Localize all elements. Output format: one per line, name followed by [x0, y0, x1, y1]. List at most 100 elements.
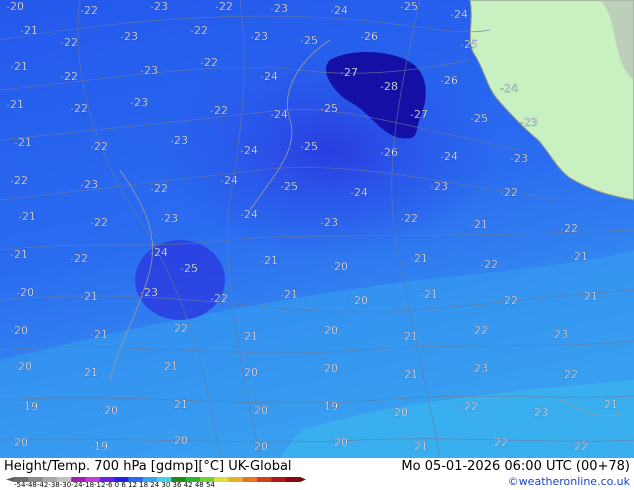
temperature-label: -23 — [520, 116, 538, 129]
temperature-label: -21 — [580, 290, 598, 303]
temperature-label: -24 — [240, 208, 258, 221]
temperature-label: -21 — [470, 218, 488, 231]
temperature-label: -22 — [470, 324, 488, 337]
temperature-label: -26 — [380, 146, 398, 159]
temperature-label: -22 — [560, 368, 578, 381]
temperature-label: -23 — [120, 30, 138, 43]
temperature-label: -20 — [250, 440, 268, 453]
scale-swatch — [271, 477, 287, 482]
temperature-label: -20 — [250, 404, 268, 417]
temperature-label: -22 — [500, 294, 518, 307]
temperature-label: -26 — [360, 30, 378, 43]
temperature-label: -24 — [350, 186, 368, 199]
temperature-label: -22 — [570, 440, 588, 453]
map-footer: Height/Temp. 700 hPa [gdmp][°C] UK-Globa… — [0, 458, 634, 490]
scale-arrow-right — [300, 477, 306, 482]
temperature-label: -22 — [210, 292, 228, 305]
temperature-label: -25 — [300, 140, 318, 153]
temperature-label: -27 — [410, 108, 428, 121]
temperature-label: -22 — [500, 186, 518, 199]
temperature-label: -25 — [320, 102, 338, 115]
temperature-label: -21 — [14, 136, 32, 149]
temperature-label: -22 — [215, 0, 233, 13]
temperature-label: -21 — [18, 210, 36, 223]
temperature-label: -20 — [240, 366, 258, 379]
temperature-label: -20 — [100, 404, 118, 417]
temperature-label: -21 — [410, 440, 428, 453]
temperature-label: -23 — [80, 178, 98, 191]
temperature-label: -22 — [400, 212, 418, 225]
temperature-label: -19 — [20, 400, 38, 413]
temperature-label: -27 — [340, 66, 358, 79]
temperature-label: -21 — [240, 330, 258, 343]
temperature-label: -23 — [550, 328, 568, 341]
temperature-label: -22 — [90, 216, 108, 229]
temperature-label: -24 — [260, 70, 278, 83]
temperature-label: -24 — [150, 246, 168, 259]
temperature-label: -24 — [270, 108, 288, 121]
temperature-label: -23 — [320, 216, 338, 229]
temperature-label: -22 — [460, 400, 478, 413]
temperature-label: -20 — [14, 360, 32, 373]
temperature-label: -22 — [70, 102, 88, 115]
scale-arrow-left — [6, 477, 14, 482]
temperature-label: -20 — [16, 286, 34, 299]
temperature-label: -21 — [80, 366, 98, 379]
map-title: Height/Temp. 700 hPa [gdmp][°C] UK-Globa… — [4, 459, 292, 474]
temperature-label: -20 — [6, 0, 24, 13]
temperature-label: -20 — [390, 406, 408, 419]
scale-swatch — [242, 477, 258, 482]
temperature-label: -21 — [280, 288, 298, 301]
temperature-label: -20 — [320, 324, 338, 337]
temperature-label: -22 — [200, 56, 218, 69]
temperature-label: -19 — [90, 440, 108, 453]
temperature-label: -23 — [530, 406, 548, 419]
temperature-label: -24 — [500, 82, 518, 95]
temperature-label: -21 — [90, 328, 108, 341]
temperature-label: -22 — [70, 252, 88, 265]
temperature-label: -22 — [190, 24, 208, 37]
temperature-label: -21 — [400, 330, 418, 343]
temperature-label: -23 — [170, 134, 188, 147]
scale-swatch — [257, 477, 272, 482]
temperature-label: -22 — [80, 4, 98, 17]
temperature-label: -21 — [10, 248, 28, 261]
temperature-label: -21 — [260, 254, 278, 267]
temperature-label: -25 — [470, 112, 488, 125]
temperature-label: -25 — [400, 0, 418, 13]
weather-map: -20 -22 -23 -22 -23 -24 -25 -24 -21 -22 -23 -22 -23 -… — [0, 0, 634, 458]
temperature-label: -25 — [280, 180, 298, 193]
temperature-label: -22 — [60, 70, 78, 83]
scale-swatch — [214, 477, 229, 482]
temperature-label: -20 — [170, 434, 188, 447]
temperature-label: -23 — [140, 64, 158, 77]
temperature-label: -21 — [10, 60, 28, 73]
temperature-label: -21 — [6, 98, 24, 111]
temperature-label: -22 — [150, 182, 168, 195]
temperature-label: -21 — [570, 250, 588, 263]
temperature-label: -20 — [10, 436, 28, 449]
temperature-label: -25 — [460, 38, 478, 51]
temperature-label: -22 — [170, 322, 188, 335]
temperature-label: -23 — [250, 30, 268, 43]
temperature-label: -24 — [220, 174, 238, 187]
temperature-label: -21 — [420, 288, 438, 301]
scale-swatch — [228, 477, 244, 482]
cold-pool-west — [135, 240, 225, 320]
temperature-label: -22 — [10, 174, 28, 187]
temperature-label: -22 — [490, 436, 508, 449]
temperature-label: -20 — [320, 362, 338, 375]
temperature-label: -21 — [80, 290, 98, 303]
temperature-label: -20 — [330, 436, 348, 449]
credit-link[interactable]: ©weatheronline.co.uk — [508, 475, 630, 488]
temperature-label: -21 — [160, 360, 178, 373]
temperature-label: -23 — [130, 96, 148, 109]
temperature-label: -22 — [480, 258, 498, 271]
valid-time: Mo 05-01-2026 06:00 UTC (00+78) — [401, 459, 630, 474]
temperature-label: -22 — [90, 140, 108, 153]
temperature-label: -24 — [240, 144, 258, 157]
temperature-label: -20 — [350, 294, 368, 307]
temperature-label: -21 — [600, 398, 618, 411]
temperature-label: -24 — [330, 4, 348, 17]
temperature-label: -23 — [430, 180, 448, 193]
